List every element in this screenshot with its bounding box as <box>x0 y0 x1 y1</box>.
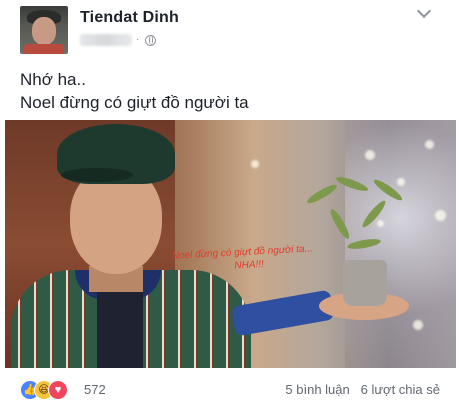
meta-separator: · <box>136 34 140 45</box>
post-text-line-1: Nhớ ha.. <box>20 70 86 89</box>
avatar-face <box>32 17 56 45</box>
photo-light <box>365 150 375 160</box>
post-timestamp-blurred[interactable] <box>80 34 132 46</box>
photo-plant-pot <box>343 260 387 306</box>
reaction-count[interactable]: 572 <box>84 382 106 397</box>
shares-count[interactable]: 6 lượt chia sẻ <box>361 382 440 397</box>
post-text-line-2: Noel đừng có giựt đồ người ta <box>20 93 249 112</box>
love-icon: ♥ <box>48 380 68 400</box>
globe-icon[interactable] <box>145 35 156 46</box>
photo-light <box>413 320 423 330</box>
photo-person-cap-brim <box>61 168 133 182</box>
photo-person-shirt <box>97 285 143 368</box>
comments-count[interactable]: 5 bình luận <box>285 382 349 397</box>
post-text: Nhớ ha.. Noel đừng có giựt đồ người ta <box>20 68 249 114</box>
photo-light <box>251 160 259 168</box>
post-stats: 5 bình luận 6 lượt chia sẻ <box>285 382 440 397</box>
author-name[interactable]: Tiendat Dinh <box>80 9 179 27</box>
photo-light <box>435 210 446 221</box>
avatar-scarf <box>24 44 64 54</box>
chevron-down-icon[interactable] <box>416 3 432 19</box>
photo-plant-leaf <box>305 182 339 206</box>
feed-post: Tiendat Dinh · Nhớ ha.. Noel đừng có giự… <box>0 0 460 404</box>
post-photo[interactable]: Noel đừng có giựt đồ người ta... NHA!!! <box>5 120 456 368</box>
photo-person-arm <box>231 289 335 337</box>
photo-light <box>425 140 434 149</box>
photo-light <box>377 220 384 227</box>
author-avatar[interactable] <box>20 6 68 54</box>
photo-light <box>397 178 405 186</box>
